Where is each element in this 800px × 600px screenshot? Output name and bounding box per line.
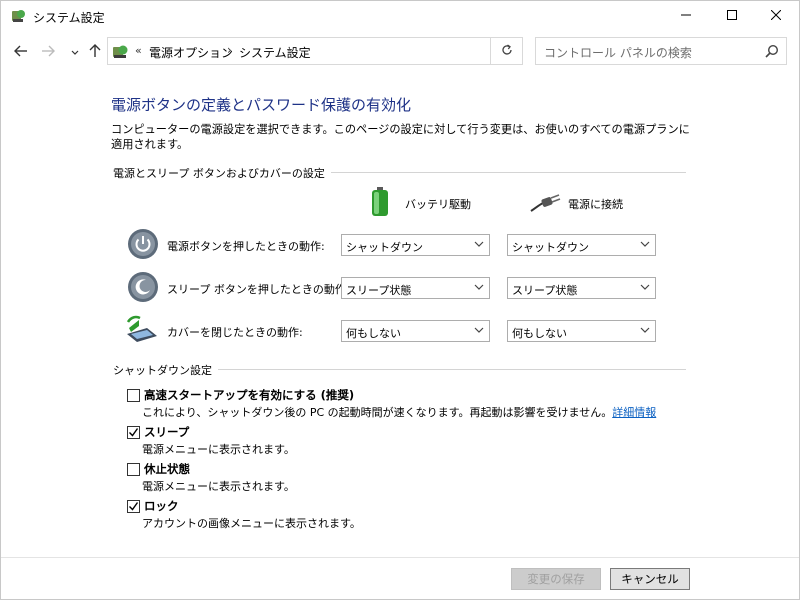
fast-startup-desc-text: これにより、シャットダウン後の PC の起動時間が速くなります。再起動は影響を受… [142,406,613,419]
cancel-button[interactable]: キャンセル [610,568,690,590]
sleep-button-battery-select[interactable]: スリープ状態 [341,277,490,299]
lid-close-label: カバーを閉じたときの動作: [167,326,303,339]
power-section-title: 電源とスリープ ボタンおよびカバーの設定 [113,165,331,181]
fast-startup-checkbox[interactable] [127,389,140,402]
title-bar: システム設定 [1,1,799,31]
breadcrumb-separator[interactable]: › [227,43,232,57]
close-icon [770,9,782,23]
save-changes-button[interactable]: 変更の保存 [511,568,601,590]
checkmark-icon [129,428,139,437]
chevron-down-icon [640,325,650,335]
page-intro: コンピューターの電源設定を選択できます。このページの設定に対して行う変更は、お使… [111,123,690,151]
select-value: シャットダウン [346,241,423,254]
refresh-icon [501,43,513,59]
arrow-right-icon [41,45,55,60]
recent-locations-button[interactable] [65,42,85,62]
minimize-icon [681,9,691,23]
breadcrumb-power-options[interactable]: 電源オプション [149,44,233,61]
chevron-down-icon [474,325,484,335]
chevron-down-icon [640,239,650,249]
search-input[interactable]: コントロール パネルの検索 [535,37,787,65]
fast-startup-description: これにより、シャットダウン後の PC の起動時間が速くなります。再起動は影響を受… [142,404,656,420]
chevron-down-icon [71,45,79,59]
battery-icon [370,187,390,217]
arrow-up-icon [89,43,101,61]
fast-startup-label[interactable]: 高速スタートアップを有効にする (推奨) [144,387,354,403]
power-options-icon [112,43,129,60]
hibernate-option-label[interactable]: 休止状態 [144,461,190,477]
address-bar[interactable]: « 電源オプション › システム設定 [107,37,491,65]
select-value: 何もしない [346,327,401,340]
page-title: 電源ボタンの定義とパスワード保護の有効化 [111,96,412,114]
chevron-down-icon [474,239,484,249]
breadcrumb-overflow[interactable]: « [135,44,142,57]
lid-close-plugged-select[interactable]: 何もしない [507,320,656,342]
sleep-button-plugged-select[interactable]: スリープ状態 [507,277,656,299]
sleep-option-description: 電源メニューに表示されます。 [142,443,295,456]
shutdown-section-title: シャットダウン設定 [113,362,218,378]
maximize-button[interactable] [709,1,755,31]
arrow-left-icon [14,45,28,60]
maximize-icon [727,9,737,23]
window-title: システム設定 [33,11,105,25]
power-button-label: 電源ボタンを押したときの動作: [167,240,325,253]
select-value: シャットダウン [512,241,589,254]
power-button-plugged-select[interactable]: シャットダウン [507,234,656,256]
footer-divider [1,557,799,558]
learn-more-link[interactable]: 詳細情報 [612,406,656,419]
sleep-checkbox[interactable] [127,426,140,439]
chevron-down-icon [474,282,484,292]
navigation-bar: « 電源オプション › システム設定 コントロール パネルの検索 [1,34,799,70]
search-icon[interactable] [765,44,779,58]
power-plug-icon [529,193,561,213]
laptop-lid-icon [125,314,157,346]
sleep-button-label: スリープ ボタンを押したときの動作: [167,283,350,296]
back-button[interactable] [11,42,31,62]
lid-close-battery-select[interactable]: 何もしない [341,320,490,342]
column-battery: バッテリ駆動 [405,198,471,211]
select-value: スリープ状態 [512,284,578,297]
minimize-button[interactable] [663,1,709,31]
power-button-icon [127,228,159,260]
window: システム設定 « 電源オプション › システム設定 コントロール パネルの検索 … [0,0,800,600]
up-button[interactable] [85,42,105,62]
select-value: 何もしない [512,327,567,340]
lock-checkbox[interactable] [127,500,140,513]
refresh-button[interactable] [491,37,523,65]
forward-button[interactable] [38,42,58,62]
control-panel-icon [10,8,26,24]
select-value: スリープ状態 [346,284,412,297]
power-button-battery-select[interactable]: シャットダウン [341,234,490,256]
chevron-down-icon [640,282,650,292]
breadcrumb-system-settings[interactable]: システム設定 [239,44,311,61]
lock-option-label[interactable]: ロック [144,498,179,514]
hibernate-checkbox[interactable] [127,463,140,476]
lock-option-description: アカウントの画像メニューに表示されます。 [142,517,361,530]
column-plugged-in: 電源に接続 [568,198,623,211]
sleep-button-icon [127,271,159,303]
checkmark-icon [129,502,139,511]
hibernate-option-description: 電源メニューに表示されます。 [142,480,295,493]
search-placeholder: コントロール パネルの検索 [544,46,692,60]
close-button[interactable] [753,1,799,31]
sleep-option-label[interactable]: スリープ [144,424,189,440]
